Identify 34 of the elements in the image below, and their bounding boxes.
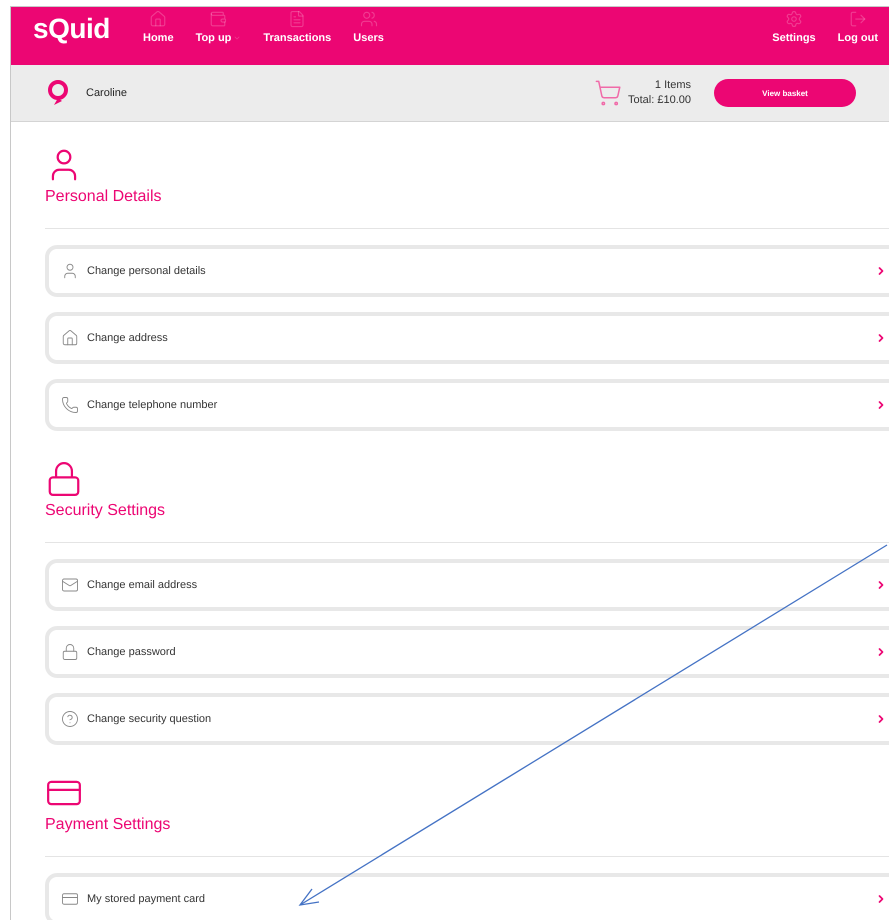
settings-row[interactable]: Change security question	[45, 693, 889, 745]
nav-link[interactable]: Log out	[838, 7, 878, 44]
phone-icon	[61, 396, 79, 414]
section-title: Payment Settings	[45, 816, 172, 834]
settings-row[interactable]: Change password	[45, 626, 889, 678]
document-icon	[288, 10, 306, 28]
view-basket-button[interactable]: View basket	[714, 79, 856, 107]
nav-link[interactable]: Top up	[196, 7, 242, 44]
house-icon	[149, 10, 168, 28]
wallet-icon	[209, 10, 228, 28]
settings-row[interactable]: Change telephone number	[45, 379, 889, 431]
nav-link[interactable]: Home	[143, 7, 174, 44]
basket-total: Total: £10.00	[628, 93, 691, 108]
settings-row[interactable]: Change personal details	[45, 245, 889, 297]
padlock-icon	[61, 643, 79, 661]
logout-icon	[848, 10, 867, 28]
nav-link[interactable]: Settings	[772, 7, 816, 44]
question-icon	[61, 710, 79, 728]
settings-row[interactable]: My stored payment card	[45, 873, 889, 920]
settings-row[interactable]: Change address	[45, 312, 889, 364]
settings-row[interactable]: Change email address	[45, 559, 889, 611]
users-icon	[360, 10, 378, 28]
nav-link[interactable]: Users	[353, 7, 384, 44]
logo: sQuid	[33, 13, 111, 45]
q-logo-icon	[46, 79, 70, 107]
envelope-icon	[61, 576, 79, 594]
section-title: Security Settings	[45, 502, 166, 520]
nav-link[interactable]: Transactions	[263, 7, 332, 44]
cart-icon	[594, 79, 622, 107]
house-icon	[61, 329, 79, 347]
settings-icon	[784, 10, 803, 28]
basket-count: 1 Items	[654, 78, 691, 93]
section-title: Personal Details	[45, 188, 162, 206]
user-name: Caroline	[86, 87, 128, 99]
